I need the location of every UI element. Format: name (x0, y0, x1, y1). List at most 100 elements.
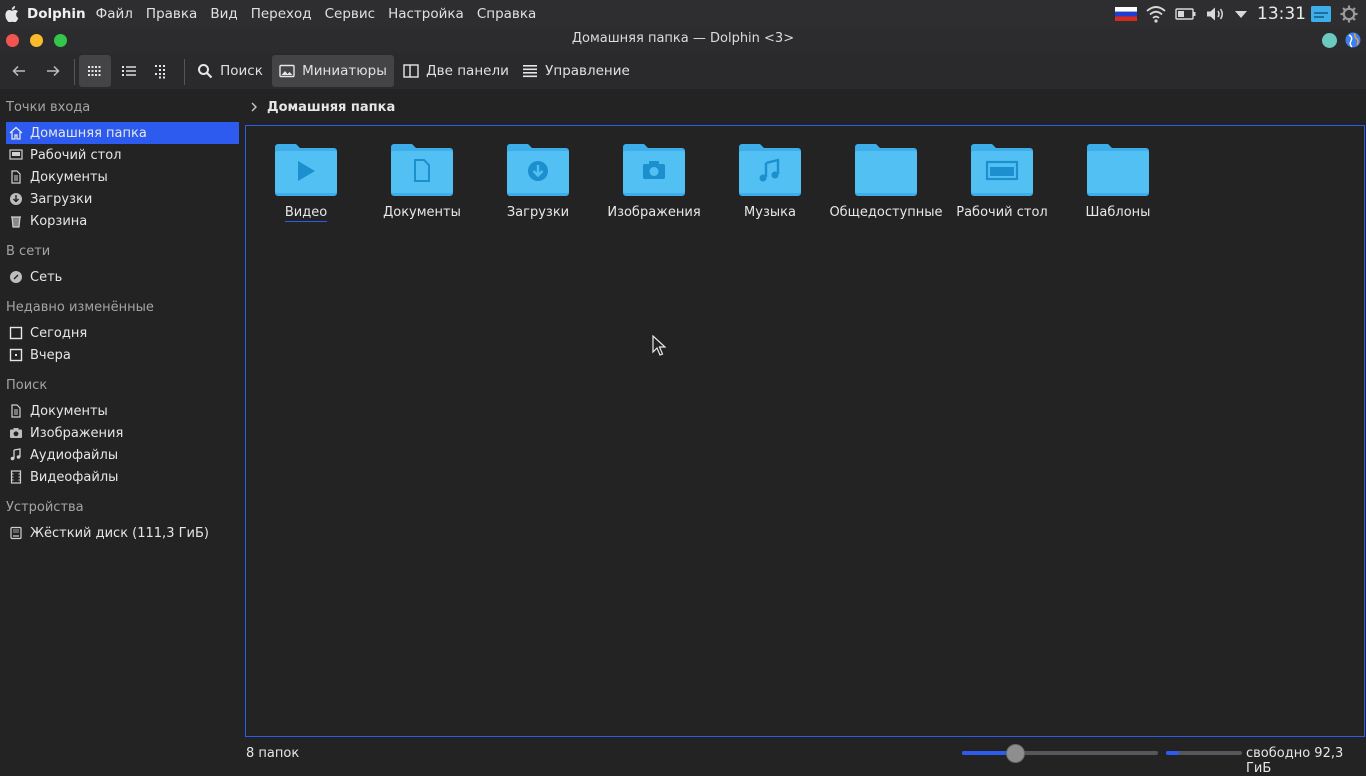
music-note-icon (10, 448, 21, 461)
sidebar-item-label: Документы (30, 403, 108, 419)
settings-gear-icon[interactable] (1340, 5, 1358, 23)
menu-help[interactable]: Справка (477, 6, 536, 22)
folder-name: Изображения (607, 205, 701, 220)
folder-item[interactable]: Рабочий стол (944, 141, 1060, 231)
details-tree-icon (155, 65, 165, 79)
sidebar-item-trash[interactable]: Корзина (6, 210, 239, 232)
menu-go[interactable]: Переход (251, 6, 312, 22)
keep-above-button[interactable] (1322, 33, 1337, 48)
hamburger-menu-icon (523, 65, 538, 78)
folder-item[interactable]: Загрузки (480, 141, 596, 231)
calendar-yesterday-icon (9, 348, 23, 362)
desktop-folder-icon (971, 144, 1033, 196)
app-name-menu[interactable]: Dolphin (27, 6, 86, 22)
folder-item[interactable]: Изображения (596, 141, 712, 231)
sidebar-item-network[interactable]: Сеть (6, 266, 239, 288)
recent-header: Недавно изменённые (6, 300, 154, 315)
search-button[interactable]: Поиск (192, 55, 268, 87)
sidebar-item-today[interactable]: Сегодня (6, 322, 239, 344)
menu-view[interactable]: Вид (210, 6, 237, 22)
sidebar-item-label: Сегодня (30, 325, 88, 341)
control-menu-button[interactable]: Управление (518, 55, 634, 87)
templates-folder-icon (1087, 144, 1149, 196)
devices-header: Устройства (6, 500, 84, 515)
battery-icon[interactable] (1175, 7, 1197, 21)
toolbar-separator (184, 59, 185, 85)
network-header: В сети (6, 244, 51, 259)
main-toolbar: Поиск Миниатюры Две панели Управление (0, 53, 1366, 89)
image-preview-icon (279, 64, 295, 78)
icons-grid-icon (88, 66, 101, 76)
arrow-right-icon (47, 65, 60, 77)
downloads-folder-icon (507, 144, 569, 196)
wifi-icon[interactable] (1145, 5, 1167, 23)
compact-view-button[interactable] (114, 55, 144, 87)
volume-icon[interactable] (1205, 6, 1225, 22)
zoom-slider-handle[interactable] (1006, 744, 1025, 763)
music-folder-icon (739, 144, 801, 196)
sidebar-item-desktop[interactable]: Рабочий стол (6, 144, 239, 166)
menu-file[interactable]: Файл (96, 6, 133, 22)
menu-edit[interactable]: Правка (146, 6, 197, 22)
sidebar-item-label: Корзина (30, 213, 88, 229)
folder-name: Документы (383, 205, 461, 220)
russian-flag-icon[interactable] (1115, 6, 1137, 21)
folder-item[interactable]: Музыка (712, 141, 828, 231)
document-icon (11, 170, 21, 184)
breadcrumb: Домашняя папка (246, 96, 395, 118)
tray-expand-icon[interactable] (1233, 8, 1249, 20)
home-icon (9, 126, 23, 140)
window-title: Домашняя папка — Dolphin <3> (571, 31, 795, 46)
public-folder-icon (855, 144, 917, 196)
icons-view-button[interactable] (79, 55, 111, 87)
preview-toggle-button[interactable]: Миниатюры (272, 55, 394, 87)
desktop-icon (9, 149, 23, 160)
mouse-cursor-icon (652, 335, 666, 356)
folder-name: Загрузки (506, 205, 570, 220)
sidebar-item-downloads[interactable]: Загрузки (6, 188, 239, 210)
sidebar-item-hard-disk[interactable]: Жёсткий диск (111,3 ГиБ) (6, 522, 239, 544)
sidebar-item-search-documents[interactable]: Документы (6, 400, 239, 422)
split-view-button[interactable]: Две панели (399, 55, 513, 87)
folder-item[interactable]: Видео (248, 141, 364, 231)
sidebar-item-yesterday[interactable]: Вчера (6, 344, 239, 366)
back-button[interactable] (6, 55, 32, 87)
sidebar-item-search-video[interactable]: Видеофайлы (6, 466, 239, 488)
preview-button-label: Миниатюры (302, 63, 387, 79)
sidebar-item-label: Сеть (30, 269, 63, 285)
folder-tray-icon[interactable] (1310, 5, 1332, 23)
places-header: Точки входа (6, 100, 91, 115)
split-panes-icon (403, 64, 419, 78)
sidebar-item-label: Видеофайлы (30, 469, 119, 485)
sidebar-item-label: Аудиофайлы (30, 447, 119, 463)
forward-button[interactable] (40, 55, 66, 87)
globe-icon[interactable] (1345, 32, 1361, 48)
folder-name: Рабочий стол (956, 205, 1048, 220)
sidebar-item-search-images[interactable]: Изображения (6, 422, 239, 444)
breadcrumb-current[interactable]: Домашняя папка (267, 100, 395, 115)
clock[interactable]: 13:31 (1257, 4, 1306, 24)
sidebar-item-home[interactable]: Домашняя папка (6, 122, 239, 144)
menu-settings[interactable]: Настройка (388, 6, 464, 22)
details-view-button[interactable] (147, 55, 177, 87)
search-header: Поиск (6, 378, 48, 393)
sidebar-item-search-audio[interactable]: Аудиофайлы (6, 444, 239, 466)
apple-logo-icon[interactable] (5, 5, 19, 22)
system-tray: 13:31 (1115, 0, 1366, 27)
folder-item[interactable]: Общедоступные (828, 141, 944, 231)
calendar-today-icon (9, 326, 23, 340)
file-view[interactable]: Видео Документы Загрузки Изображения Муз… (245, 125, 1365, 737)
camera-icon (10, 428, 22, 438)
folder-item[interactable]: Документы (364, 141, 480, 231)
chevron-right-icon[interactable] (250, 101, 258, 113)
status-bar: 8 папок (0, 739, 1366, 768)
sidebar-item-label: Домашняя папка (30, 125, 147, 141)
pictures-folder-icon (623, 144, 685, 196)
sidebar-item-label: Вчера (30, 347, 71, 363)
search-icon (198, 64, 213, 79)
menu-tools[interactable]: Сервис (325, 6, 375, 22)
sidebar-item-documents[interactable]: Документы (6, 166, 239, 188)
folder-count: 8 папок (246, 746, 300, 761)
folder-item[interactable]: Шаблоны (1060, 141, 1176, 231)
network-icon (10, 271, 22, 283)
